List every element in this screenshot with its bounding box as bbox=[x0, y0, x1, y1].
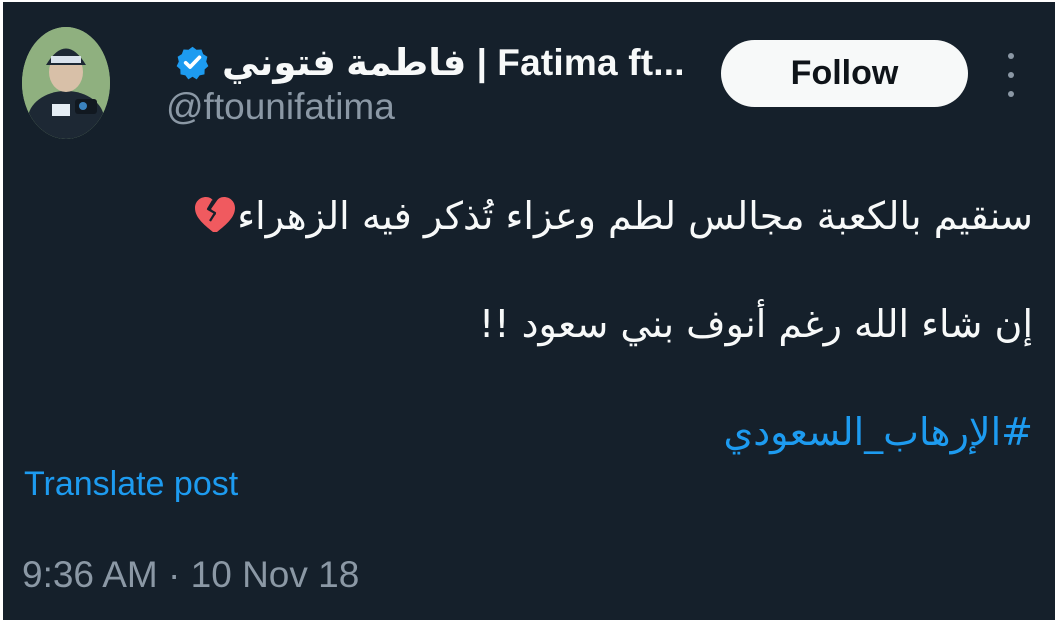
author-handle[interactable]: @ftounifatima bbox=[166, 86, 395, 128]
post-line-1: سنقيم بالكعبة مجالس لطم وعزاء تُذكر فيه … bbox=[53, 162, 1033, 270]
follow-button[interactable]: Follow bbox=[721, 40, 968, 107]
more-dot bbox=[1008, 91, 1014, 97]
broken-heart-icon bbox=[191, 170, 236, 232]
tweet-card: فاطمة فتوني | Fatima ft... @ftounifatima… bbox=[3, 2, 1055, 620]
avatar[interactable] bbox=[22, 27, 110, 139]
post-line-1-text: سنقيم بالكعبة مجالس لطم وعزاء تُذكر فيه … bbox=[237, 194, 1033, 238]
more-dot bbox=[1008, 53, 1014, 59]
post-line-2: إن شاء الله رغم أنوف بني سعود !! bbox=[479, 302, 1033, 346]
more-dot bbox=[1008, 72, 1014, 78]
translate-post-link[interactable]: Translate post bbox=[24, 465, 238, 504]
author-name-row[interactable]: فاطمة فتوني | Fatima ft... bbox=[175, 36, 685, 88]
post-timestamp[interactable]: 9:36 AM · 10 Nov 18 bbox=[22, 554, 359, 596]
verified-badge-icon bbox=[175, 45, 210, 80]
more-vertical-icon[interactable] bbox=[999, 53, 1023, 97]
post-text: سنقيم بالكعبة مجالس لطم وعزاء تُذكر فيه … bbox=[53, 162, 1033, 486]
author-display-name[interactable]: فاطمة فتوني | Fatima ft... bbox=[222, 41, 685, 84]
